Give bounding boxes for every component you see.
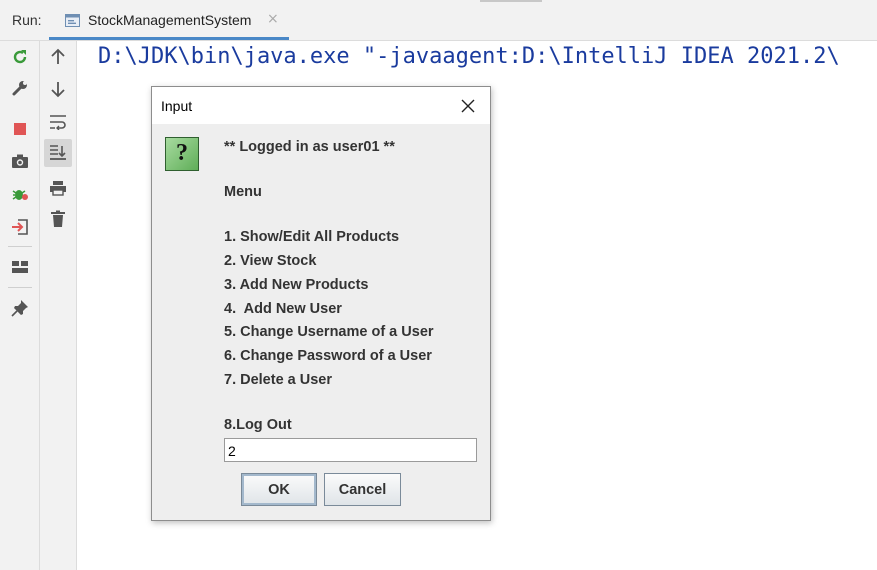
arrow-up-icon bbox=[51, 48, 65, 64]
top-accent bbox=[480, 0, 542, 2]
exit-button[interactable] bbox=[8, 215, 32, 239]
print-button[interactable] bbox=[46, 176, 70, 200]
soft-wrap-button[interactable] bbox=[46, 110, 70, 134]
clear-all-button[interactable] bbox=[46, 207, 70, 231]
menu-option: 2. View Stock bbox=[224, 253, 317, 269]
input-dialog: Input ? ** Logged in as user01 ** Menu 1… bbox=[151, 86, 491, 521]
menu-heading: Menu bbox=[224, 184, 262, 200]
menu-choice-input[interactable] bbox=[224, 438, 477, 462]
previous-occurrence-button[interactable] bbox=[46, 45, 70, 69]
camera-icon bbox=[12, 154, 28, 168]
settings-button[interactable] bbox=[8, 76, 32, 100]
exit-icon bbox=[12, 219, 28, 235]
menu-option: 4. Add New User bbox=[224, 301, 342, 317]
menu-option: 8.Log Out bbox=[224, 417, 292, 433]
menu-option: 3. Add New Products bbox=[224, 277, 369, 293]
menu-option: 5. Change Username of a User bbox=[224, 324, 434, 340]
menu-option: 6. Change Password of a User bbox=[224, 348, 432, 364]
menu-option: 1. Show/Edit All Products bbox=[224, 229, 400, 245]
run-label: Run: bbox=[12, 12, 42, 28]
run-toolbar-primary bbox=[0, 41, 40, 570]
rerun-icon bbox=[13, 50, 27, 64]
tab-close-icon[interactable]: × bbox=[267, 11, 279, 27]
dialog-title: Input bbox=[161, 98, 193, 114]
wrench-icon bbox=[12, 81, 27, 96]
console-window-icon bbox=[65, 14, 80, 27]
ok-button[interactable]: OK bbox=[241, 473, 317, 506]
arrow-down-icon bbox=[51, 82, 65, 98]
stop-icon bbox=[14, 123, 26, 135]
debug-bug-icon bbox=[12, 190, 28, 200]
top-border bbox=[0, 0, 877, 3]
stop-button[interactable] bbox=[8, 117, 32, 141]
run-tool-window-header: Run: StockManagementSystem × bbox=[0, 0, 877, 41]
debug-button[interactable] bbox=[8, 182, 32, 206]
run-toolbar-secondary bbox=[40, 41, 77, 570]
tab-title: StockManagementSystem bbox=[88, 12, 252, 28]
print-icon bbox=[50, 181, 66, 196]
layout-button[interactable] bbox=[8, 255, 32, 279]
scroll-to-end-button[interactable] bbox=[44, 139, 72, 167]
rerun-button[interactable] bbox=[8, 45, 32, 69]
close-icon[interactable] bbox=[460, 98, 476, 114]
login-status-text: ** Logged in as user01 ** bbox=[224, 139, 395, 155]
dialog-titlebar: Input bbox=[152, 87, 490, 124]
tab-stock-management-system[interactable]: StockManagementSystem × bbox=[49, 6, 289, 40]
dump-threads-button[interactable] bbox=[8, 149, 32, 173]
layout-icon bbox=[12, 261, 28, 273]
pin-icon bbox=[11, 300, 28, 317]
next-occurrence-button[interactable] bbox=[46, 77, 70, 101]
trash-icon bbox=[51, 210, 65, 227]
toolbar-separator bbox=[8, 246, 32, 247]
console-output-line: D:\JDK\bin\java.exe "-javaagent:D:\Intel… bbox=[98, 44, 840, 69]
question-glyph: ? bbox=[176, 140, 188, 166]
scroll-to-end-icon bbox=[50, 145, 66, 160]
cancel-button[interactable]: Cancel bbox=[324, 473, 401, 506]
toolbar-separator bbox=[8, 287, 32, 288]
menu-option: 7. Delete a User bbox=[224, 372, 333, 388]
question-icon: ? bbox=[165, 137, 199, 171]
pin-button[interactable] bbox=[8, 296, 32, 320]
soft-wrap-icon bbox=[50, 115, 66, 130]
